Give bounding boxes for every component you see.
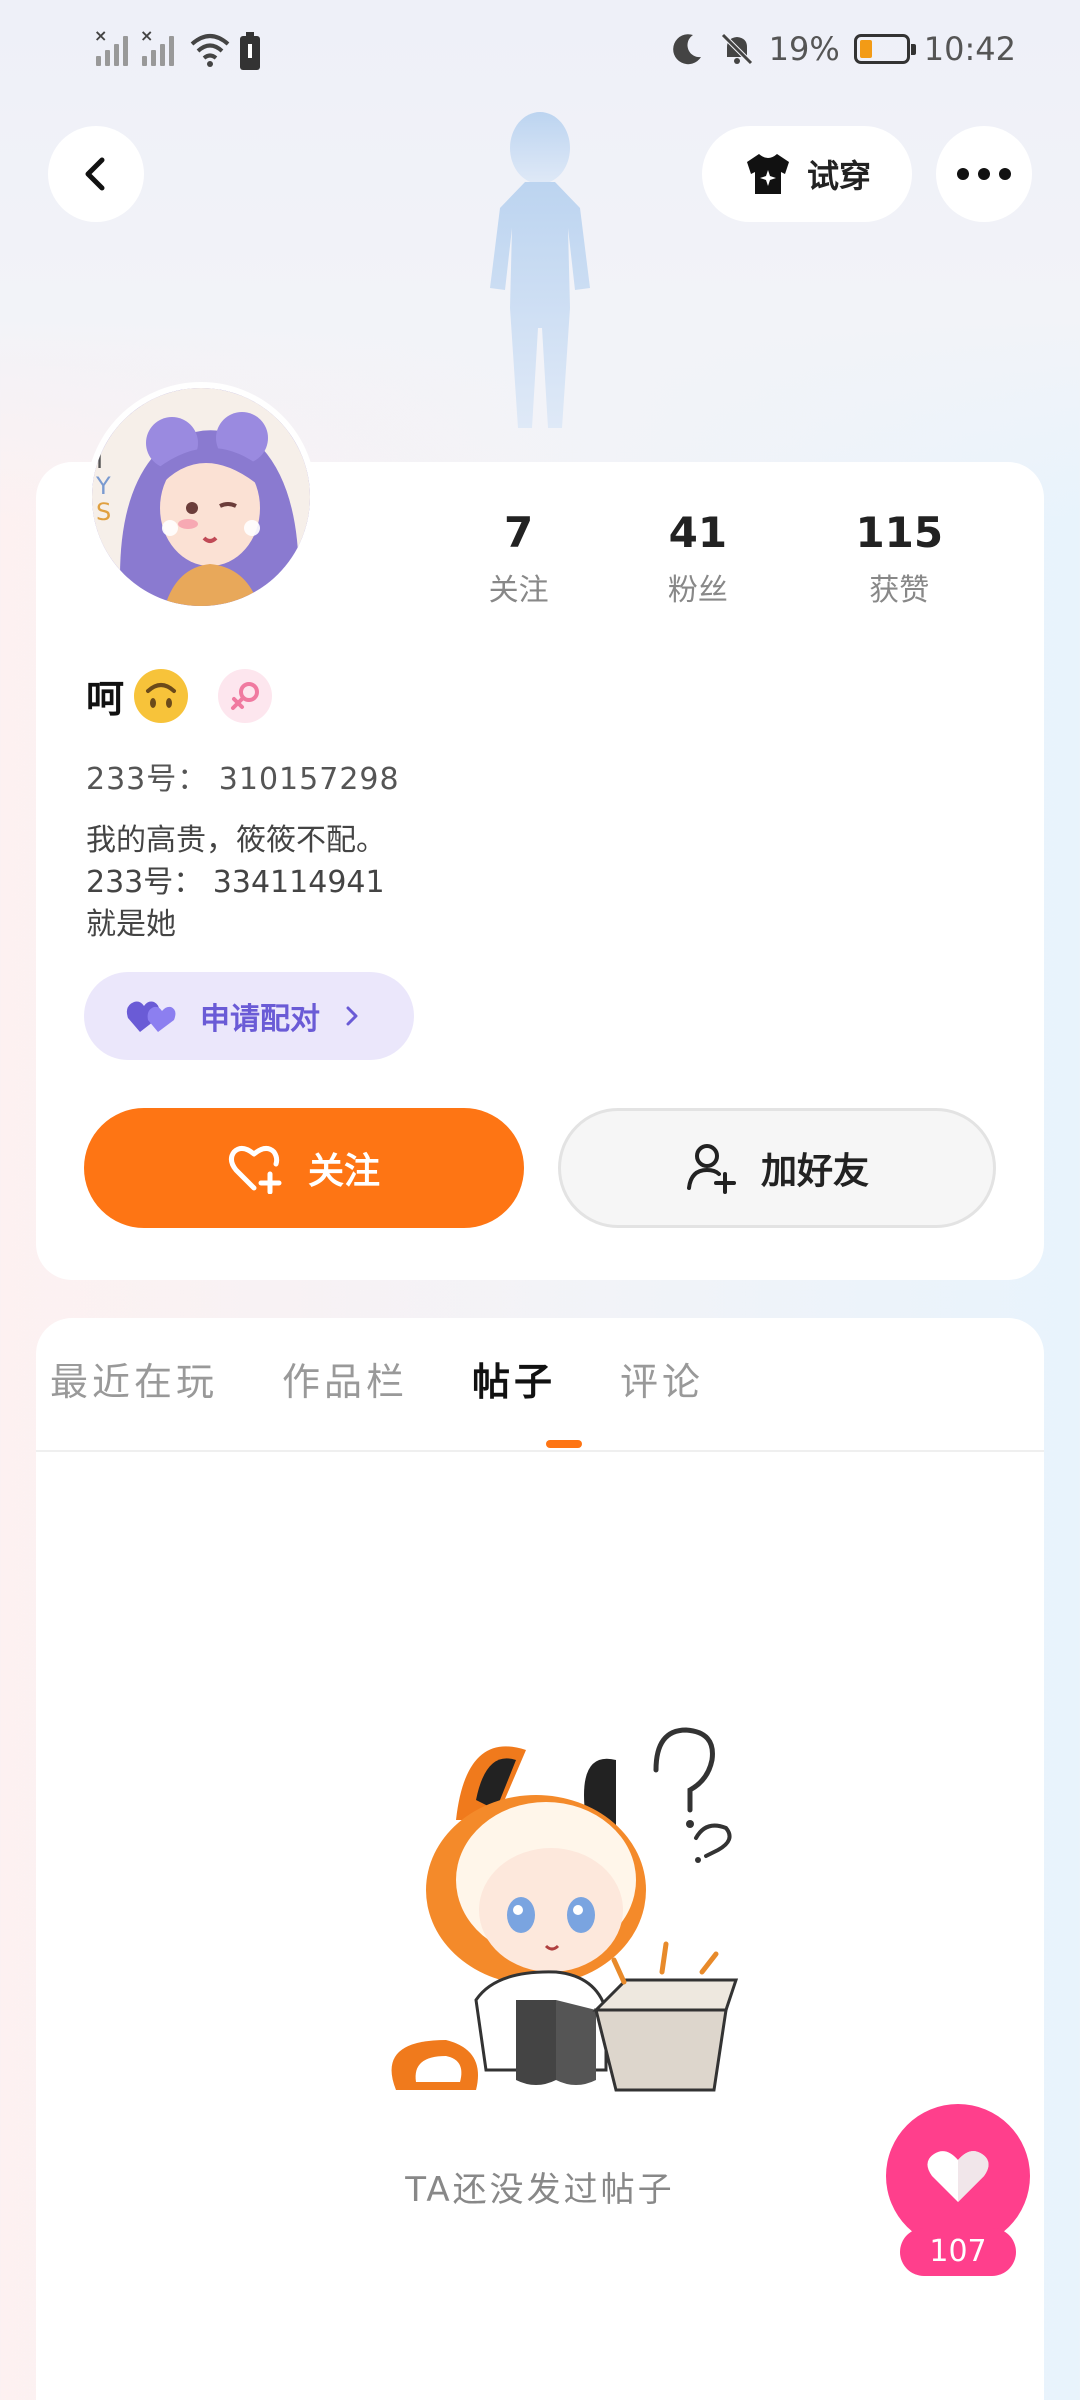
tab-comments[interactable]: 评论 (620, 1352, 704, 1412)
stat-followers[interactable]: 41 粉丝 (597, 505, 798, 609)
apply-pair-button[interactable]: 申请配对 (84, 972, 414, 1060)
active-tab-indicator (546, 1440, 582, 1448)
add-friend-button[interactable]: 加好友 (558, 1108, 996, 1228)
wifi-icon (190, 34, 230, 67)
heart-icon (927, 2151, 989, 2202)
battery-saver-icon (240, 32, 260, 70)
avatar[interactable]: I Y S (86, 382, 316, 612)
stat-value: 41 (668, 508, 728, 557)
more-button[interactable] (936, 126, 1032, 222)
profile-stats: 7 关注 41 粉丝 115 获赞 (440, 505, 1000, 609)
signal-icon: × (140, 26, 174, 66)
stat-label: 粉丝 (667, 573, 728, 608)
bio: 我的高贵，筱筱不配。 233号： 334114941 就是她 (86, 820, 386, 946)
user-id: 233号： 310157298 (86, 762, 400, 797)
stat-label: 获赞 (869, 573, 930, 608)
battery-icon (853, 34, 916, 64)
profile-tabs: 最近在玩 作品栏 帖子 评论 (50, 1352, 704, 1412)
stat-value: 115 (855, 508, 944, 557)
like-count: 107 (900, 2228, 1016, 2276)
status-bar: × × 19% 10:42 (0, 0, 1080, 108)
apply-pair-label: 申请配对 (200, 1002, 320, 1037)
person-plus-icon (686, 1144, 736, 1194)
back-arrow-icon (85, 157, 105, 191)
add-friend-label: 加好友 (760, 1151, 869, 1192)
chevron-right-icon (346, 1006, 358, 1026)
upside-down-face-emoji (134, 668, 189, 723)
heart-plus-icon (228, 1146, 282, 1194)
follow-label: 关注 (307, 1151, 380, 1192)
like-button[interactable] (886, 2104, 1030, 2248)
tab-posts[interactable]: 帖子 (472, 1352, 556, 1412)
username-row: 呵 (86, 668, 273, 723)
female-icon (231, 681, 260, 710)
clock: 10:42 (923, 30, 1016, 68)
bio-line: 我的高贵，筱筱不配。 (86, 823, 386, 858)
svg-text:Y: Y (95, 472, 111, 500)
tab-recently-played[interactable]: 最近在玩 (50, 1352, 218, 1412)
moon-icon (672, 34, 701, 65)
mute-bell-icon (720, 33, 753, 65)
hearts-icon (126, 1001, 176, 1032)
follow-button[interactable]: 关注 (84, 1108, 524, 1228)
svg-text:I: I (96, 446, 103, 474)
tab-works[interactable]: 作品栏 (282, 1352, 408, 1412)
gender-badge (218, 668, 273, 723)
empty-state-illustration (391, 1727, 739, 2092)
stat-following[interactable]: 7 关注 (440, 505, 597, 609)
back-button[interactable] (48, 126, 144, 222)
try-on-label: 试穿 (806, 157, 871, 195)
battery-percent: 19% (768, 30, 840, 68)
tabs-divider (36, 1450, 1044, 1452)
username: 呵 (86, 677, 125, 721)
more-dots-icon (957, 168, 1011, 180)
stat-label: 关注 (488, 573, 549, 608)
bio-line: 233号： 334114941 (86, 865, 385, 900)
stat-value: 7 (503, 508, 534, 557)
svg-text:S: S (96, 498, 111, 526)
try-on-button[interactable]: 试穿 (702, 126, 912, 222)
stat-likes[interactable]: 115 获赞 (799, 505, 1000, 609)
avatar-hologram (490, 112, 590, 428)
tshirt-icon (746, 154, 789, 194)
signal-icon: × (94, 26, 128, 66)
bio-line: 就是她 (86, 907, 176, 942)
